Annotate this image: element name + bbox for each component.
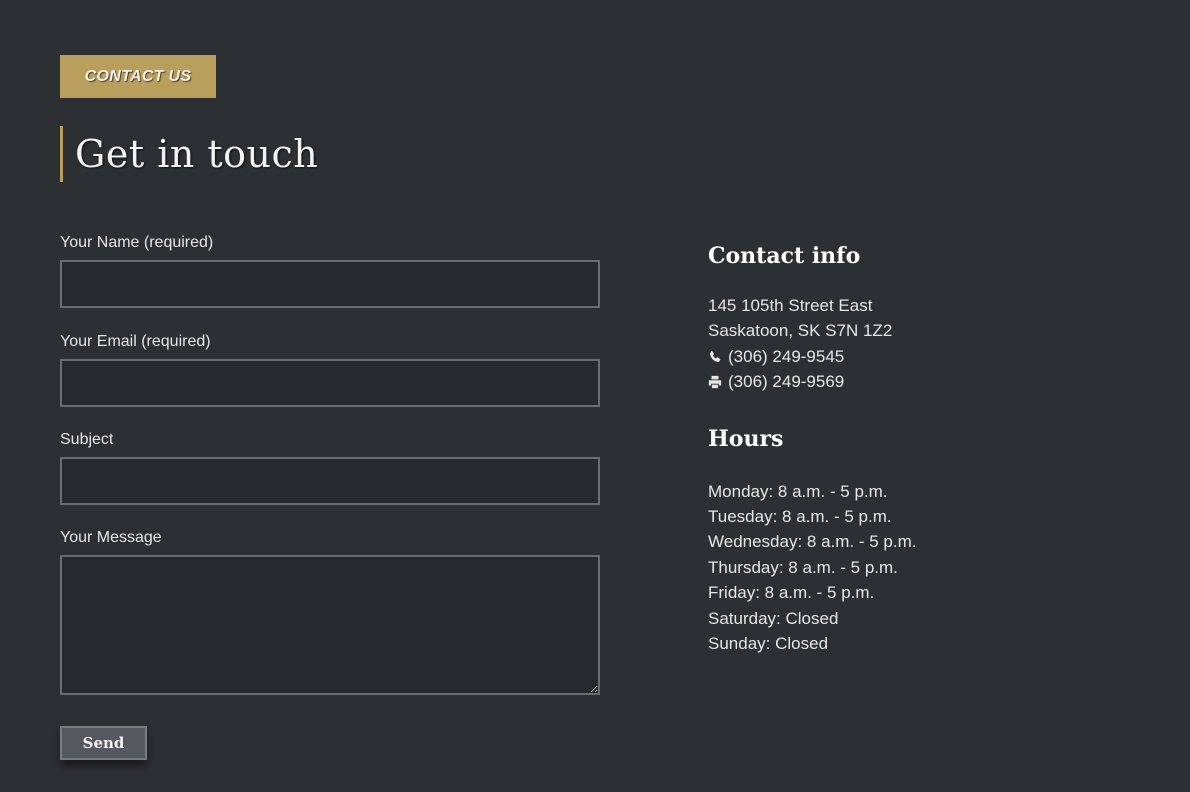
contact-page: CONTACT US Get in touch Your Name (requi… <box>0 0 1190 792</box>
hours-sunday: Sunday: Closed <box>708 634 829 654</box>
hours-saturday: Saturday: Closed <box>708 608 839 628</box>
message-field-group: Your Message <box>60 527 600 695</box>
email-input[interactable] <box>60 359 600 407</box>
hours-title: Hours <box>708 425 784 452</box>
message-label: Your Message <box>60 529 162 546</box>
contact-details: 145 105th Street East Saskatoon, SK S7N … <box>708 293 1128 395</box>
send-button[interactable]: Send <box>60 726 147 760</box>
fax-number: (306) 249-9569 <box>728 372 845 392</box>
name-field-group: Your Name (required) <box>60 232 600 308</box>
printer-icon <box>708 375 722 389</box>
subject-field-group: Subject <box>60 429 600 505</box>
address-line-2: Saskatoon, SK S7N 1Z2 <box>708 321 893 341</box>
subject-label: Subject <box>60 431 114 448</box>
contact-info-title: Contact info <box>708 243 861 269</box>
phone-line: (306) 249-9545 <box>708 344 1128 369</box>
hours-friday: Friday: 8 a.m. - 5 p.m. <box>708 583 875 603</box>
phone-number: (306) 249-9545 <box>728 346 845 366</box>
contact-us-badge-label: CONTACT US <box>84 67 192 85</box>
email-label: Your Email (required) <box>60 333 211 350</box>
page-title-block: Get in touch <box>60 126 318 182</box>
hours-monday: Monday: 8 a.m. - 5 p.m. <box>708 481 888 501</box>
name-input[interactable] <box>60 260 600 308</box>
contact-info-column: Contact info 145 105th Street East Saska… <box>708 240 1128 656</box>
message-textarea[interactable] <box>60 555 600 695</box>
name-label: Your Name (required) <box>60 234 214 251</box>
phone-icon <box>708 350 722 364</box>
fax-line: (306) 249-9569 <box>708 369 1128 394</box>
contact-us-badge: CONTACT US <box>60 55 216 98</box>
page-title: Get in touch <box>75 132 319 176</box>
address-line-1: 145 105th Street East <box>708 296 873 315</box>
hours-wednesday: Wednesday: 8 a.m. - 5 p.m. <box>708 532 917 552</box>
subject-input[interactable] <box>60 457 600 505</box>
hours-thursday: Thursday: 8 a.m. - 5 p.m. <box>708 557 898 577</box>
hours-tuesday: Tuesday: 8 a.m. - 5 p.m. <box>708 507 892 527</box>
email-field-group: Your Email (required) <box>60 331 600 407</box>
hours-list: Monday: 8 a.m. - 5 p.m. Tuesday: 8 a.m. … <box>708 479 1128 657</box>
